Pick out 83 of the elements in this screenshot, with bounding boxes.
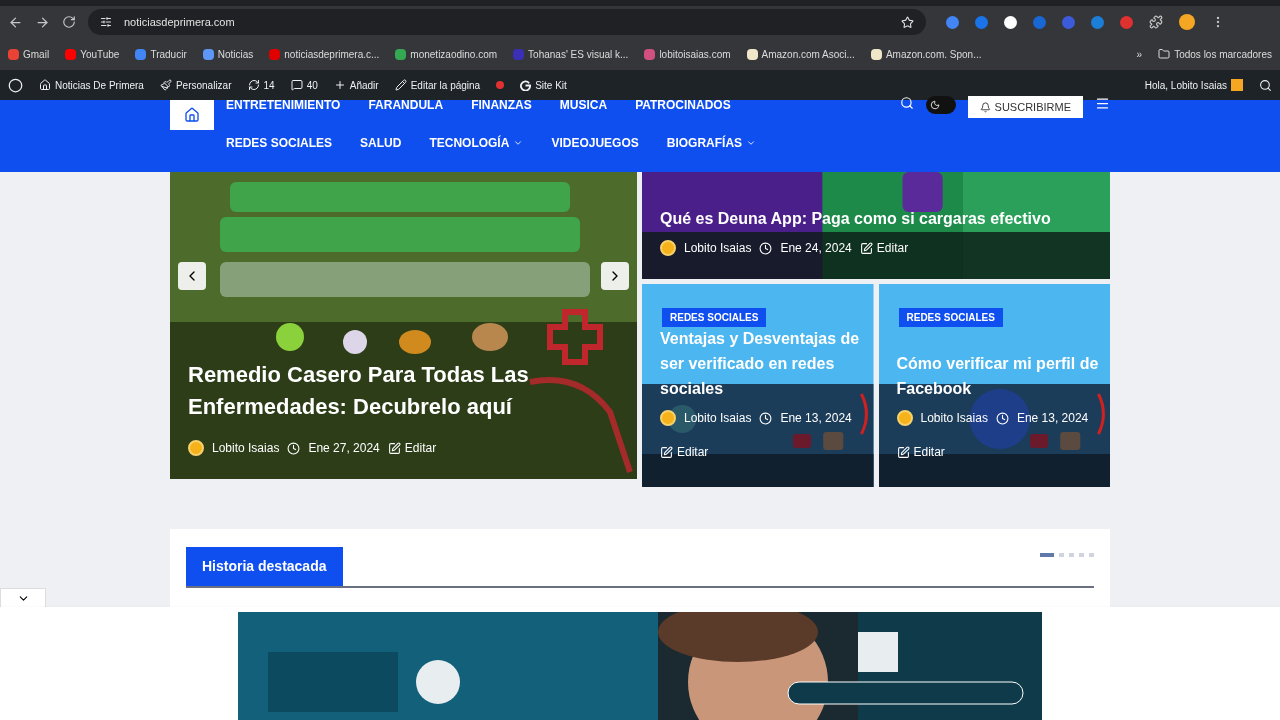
next-slide-button[interactable]: [601, 262, 629, 290]
bookmark[interactable]: YouTube: [65, 46, 120, 62]
back-icon[interactable]: [8, 14, 23, 30]
nav-item[interactable]: TECNOLOGÍA: [429, 134, 524, 152]
admin-link[interactable]: Personalizar: [159, 77, 232, 93]
bookmark[interactable]: Traducir: [135, 46, 187, 62]
reload-icon[interactable]: [62, 15, 76, 29]
post-title[interactable]: Ventajas y Desventajas de ser verificado en redes sociales: [660, 326, 866, 401]
search-icon[interactable]: [899, 96, 914, 110]
bookmark[interactable]: Amazon.com Asoci...: [746, 46, 855, 62]
bookmark[interactable]: Amazon.com. Spon...: [870, 46, 982, 62]
nav-item[interactable]: ENTRETENIMIENTO: [226, 96, 341, 114]
home-icon: [39, 79, 51, 91]
edit-icon: [387, 441, 401, 455]
greeting-link[interactable]: Hola, Lobito Isaias: [1144, 77, 1243, 93]
theme-toggle[interactable]: [925, 96, 956, 114]
admin-link[interactable]: Añadir: [333, 77, 379, 93]
post-date: Ene 24, 2024: [780, 240, 852, 257]
bookmark[interactable]: Noticias: [202, 46, 254, 62]
admin-link[interactable]: Editar la página: [394, 77, 481, 93]
more-bookmarks[interactable]: »: [1136, 46, 1143, 62]
post-date: Ene 13, 2024: [1016, 410, 1089, 427]
previous-slide-button[interactable]: [178, 262, 206, 290]
menu-icon[interactable]: [1095, 96, 1110, 111]
author-name[interactable]: Lobito Isaias: [684, 239, 752, 257]
folder-icon: [1158, 48, 1171, 60]
brush-icon: [159, 79, 172, 91]
nav-item[interactable]: PATROCINADOS: [635, 96, 731, 114]
nav-item[interactable]: FARANDULA: [368, 96, 444, 114]
post-date: Ene 27, 2024: [308, 440, 380, 457]
clock-icon: [759, 411, 773, 425]
nav-item[interactable]: SALUD: [360, 134, 402, 152]
home-icon[interactable]: [184, 107, 200, 123]
edit-icon: [896, 445, 910, 459]
admin-link[interactable]: Site Kit: [520, 77, 567, 93]
bell-icon: [979, 101, 991, 113]
clock-icon: [995, 411, 1009, 425]
extension-icon[interactable]: [1004, 15, 1017, 29]
category-tag[interactable]: REDES SOCIALES: [898, 308, 1003, 327]
nav-item[interactable]: REDES SOCIALES: [226, 134, 333, 152]
bookmark[interactable]: Tohanas' ES visual k...: [513, 46, 629, 62]
extensions-icon[interactable]: [1149, 15, 1163, 29]
post-title[interactable]: Qué es Deuna App: Paga como si cargaras efectivo: [660, 207, 1102, 231]
pencil-icon: [394, 79, 407, 91]
bookmark[interactable]: lobitoisaias.com: [644, 46, 731, 62]
author-name[interactable]: Lobito Isaias: [920, 409, 988, 427]
bookmark[interactable]: monetizaodino.com: [395, 46, 498, 62]
forward-icon[interactable]: [35, 14, 50, 30]
subscribe-button[interactable]: SUSCRIBIRME: [967, 96, 1083, 118]
bookmark[interactable]: Gmail: [8, 46, 50, 62]
address-bar[interactable]: noticiasdeprimera.com: [88, 9, 926, 35]
nav-item[interactable]: MUSICA: [559, 96, 608, 114]
nav-item[interactable]: FINANZAS: [471, 96, 532, 114]
search-icon[interactable]: [1259, 78, 1272, 92]
author-name[interactable]: Lobito Isaias: [212, 439, 280, 457]
edit-link[interactable]: Editar: [859, 239, 909, 257]
category-tag[interactable]: REDES SOCIALES: [662, 308, 767, 327]
section-title: Historia destacada: [186, 547, 343, 586]
admin-link[interactable]: Noticias De Primera: [39, 77, 144, 93]
plus-icon: [333, 79, 346, 91]
post-date: Ene 13, 2024: [780, 410, 852, 427]
edit-link[interactable]: Editar: [896, 443, 945, 461]
recording-icon: [496, 81, 505, 89]
bookmark[interactable]: noticiasdeprimera.c...: [269, 46, 380, 62]
moon-icon: [929, 100, 940, 110]
edit-icon: [859, 241, 873, 255]
clock-icon: [287, 441, 301, 455]
admin-link[interactable]: 14: [247, 77, 275, 93]
admin-link[interactable]: 40: [290, 77, 318, 93]
edit-link[interactable]: Editar: [660, 443, 709, 461]
profile-avatar[interactable]: [1179, 14, 1195, 30]
comment-icon: [290, 79, 303, 91]
nav-item[interactable]: VIDEOJUEGOS: [551, 134, 639, 152]
ring-icon: [520, 79, 532, 91]
author-name[interactable]: Lobito Isaias: [684, 409, 752, 427]
refresh-icon: [247, 79, 260, 91]
post-title[interactable]: Cómo verificar mi perfil de Facebook: [896, 351, 1102, 401]
all-bookmarks[interactable]: Todos los marcadores: [1158, 46, 1272, 62]
clock-icon: [759, 241, 773, 255]
edit-icon: [660, 445, 673, 459]
edit-link[interactable]: Editar: [387, 439, 437, 457]
nav-item[interactable]: BIOGRAFÍAS: [666, 134, 757, 152]
post-title[interactable]: Remedio Casero Para Todas Las Enfermedades: Decubrelo aquí: [188, 359, 577, 423]
